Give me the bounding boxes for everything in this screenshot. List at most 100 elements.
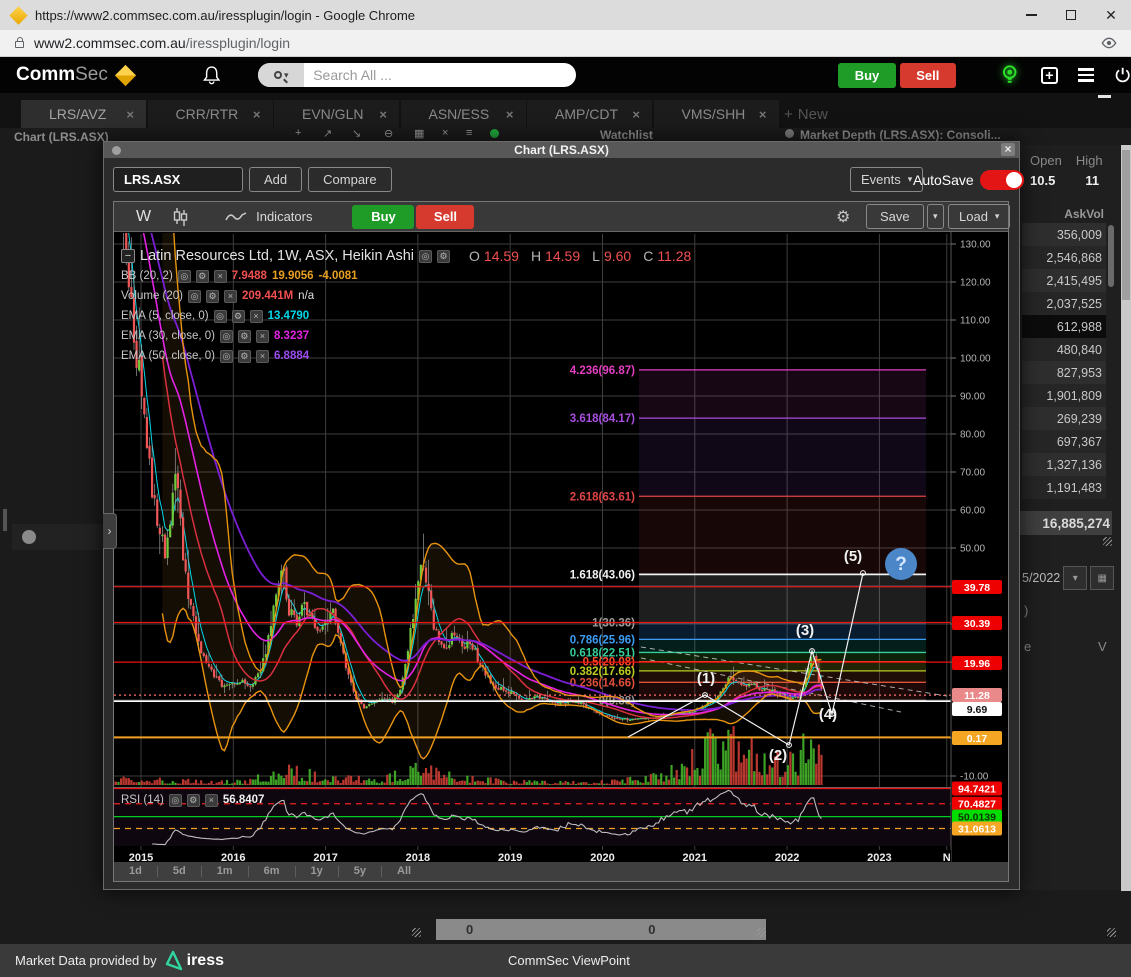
- visibility-icon[interactable]: ◎: [214, 310, 227, 323]
- close-button[interactable]: ✕: [1091, 0, 1131, 30]
- candlestick-style-icon[interactable]: [173, 207, 189, 227]
- range-button-All[interactable]: All: [382, 866, 426, 877]
- calendar-button[interactable]: ▦: [1090, 566, 1114, 590]
- browser-urlbar[interactable]: www2.commsec.com.au /iressplugin/login: [0, 30, 1131, 57]
- tab-close-icon[interactable]: ×: [632, 107, 640, 122]
- resize-grip-icon[interactable]: [412, 928, 421, 937]
- tab-close-icon[interactable]: ×: [379, 107, 387, 122]
- search-input[interactable]: [304, 67, 576, 83]
- askvol-row[interactable]: 1,327,136: [1022, 453, 1106, 476]
- range-button-1m[interactable]: 1m: [202, 866, 249, 877]
- save-dropdown-button[interactable]: ▾: [927, 204, 944, 229]
- tab-EVN/GLN[interactable]: EVN/GLN×: [274, 100, 399, 128]
- new-tab-button[interactable]: + New: [784, 100, 828, 128]
- tab-close-icon[interactable]: ×: [126, 107, 134, 122]
- askvol-row[interactable]: 480,840: [1022, 338, 1106, 361]
- timeframe-button[interactable]: W: [136, 208, 151, 226]
- load-dropdown-button[interactable]: Load▾: [948, 204, 1010, 229]
- askvol-row[interactable]: 827,953: [1022, 361, 1106, 384]
- tab-LRS/AVZ[interactable]: LRS/AVZ×: [21, 100, 146, 128]
- chart-window-titlebar[interactable]: Chart (LRS.ASX) ×: [104, 142, 1019, 158]
- chart-buy-button[interactable]: Buy: [352, 205, 414, 229]
- autosave-toggle[interactable]: [980, 170, 1024, 190]
- collapse-legend-button[interactable]: −: [121, 249, 135, 263]
- visibility-icon[interactable]: ◎: [169, 794, 182, 807]
- visibility-icon[interactable]: ◎: [188, 290, 201, 303]
- minimized-window-indicator[interactable]: [1098, 95, 1111, 98]
- range-button-6m[interactable]: 6m: [249, 866, 296, 877]
- askvol-row[interactable]: 1,191,483: [1022, 476, 1106, 499]
- askvol-row[interactable]: 612,988: [1022, 315, 1106, 338]
- collapsed-list-item[interactable]: [12, 524, 112, 550]
- visibility-icon[interactable]: ◎: [178, 270, 191, 283]
- tab-AMP/CDT[interactable]: AMP/CDT×: [527, 100, 652, 128]
- askvol-row[interactable]: 269,239: [1022, 407, 1106, 430]
- settings-icon[interactable]: ⚙: [187, 794, 200, 807]
- askvol-row[interactable]: 1,901,809: [1022, 384, 1106, 407]
- askvol-row[interactable]: 356,009: [1022, 223, 1106, 246]
- close-panel-icon[interactable]: ×: [442, 127, 448, 139]
- popout-icon[interactable]: ↗: [323, 127, 332, 140]
- remove-icon[interactable]: ×: [224, 290, 237, 303]
- askvol-row[interactable]: 2,415,495: [1022, 269, 1106, 292]
- settings-icon[interactable]: ⚙: [238, 330, 251, 343]
- range-button-5d[interactable]: 5d: [158, 866, 202, 877]
- resize-grip-icon[interactable]: [1107, 928, 1116, 937]
- visibility-icon[interactable]: ◎: [220, 350, 233, 363]
- power-icon[interactable]: [1114, 66, 1131, 84]
- symbol-input[interactable]: [113, 167, 243, 192]
- chart-window-close-button[interactable]: ×: [1001, 143, 1015, 156]
- add-button[interactable]: Add: [249, 167, 302, 192]
- remove-icon[interactable]: ×: [205, 794, 218, 807]
- resize-grip-icon[interactable]: [757, 928, 766, 937]
- search-scope-dropdown[interactable]: ▾: [258, 63, 304, 87]
- add-panel-icon[interactable]: +: [1041, 67, 1058, 84]
- range-button-5y[interactable]: 5y: [339, 866, 382, 877]
- tab-CRR/RTR[interactable]: CRR/RTR×: [148, 100, 273, 128]
- minimize-button[interactable]: [1011, 0, 1051, 30]
- settings-icon[interactable]: ⚙: [206, 290, 219, 303]
- eye-icon[interactable]: [1101, 35, 1117, 51]
- lightbulb-icon[interactable]: [1002, 64, 1017, 86]
- expand-panel-chevron[interactable]: ›: [103, 513, 117, 549]
- save-button[interactable]: Save: [866, 204, 924, 229]
- collapse-icon[interactable]: ⊖: [384, 127, 393, 140]
- date-dropdown-button[interactable]: ▾: [1063, 566, 1087, 590]
- panel-scrollbar-thumb[interactable]: [1108, 225, 1114, 287]
- settings-icon[interactable]: ⚙: [238, 350, 251, 363]
- popin-icon[interactable]: ↘: [352, 127, 361, 140]
- menu-icon[interactable]: [1078, 68, 1094, 82]
- resize-grip-icon[interactable]: [1103, 537, 1112, 546]
- range-button-1y[interactable]: 1y: [296, 866, 339, 877]
- remove-icon[interactable]: ×: [250, 310, 263, 323]
- remove-icon[interactable]: ×: [256, 350, 269, 363]
- columns-icon[interactable]: ▦: [414, 127, 424, 140]
- buy-button[interactable]: Buy: [838, 63, 896, 88]
- indicators-button[interactable]: Indicators: [256, 209, 312, 224]
- chart-sell-button[interactable]: Sell: [416, 205, 474, 229]
- tab-VMS/SHH[interactable]: VMS/SHH×: [654, 100, 779, 128]
- add-icon[interactable]: +: [295, 127, 301, 139]
- page-scrollbar[interactable]: [1121, 145, 1131, 891]
- remove-icon[interactable]: ×: [256, 330, 269, 343]
- chart-settings-gear-icon[interactable]: ⚙: [836, 207, 850, 227]
- sell-button[interactable]: Sell: [900, 63, 956, 88]
- settings-icon[interactable]: ⚙: [196, 270, 209, 283]
- panel-menu-icon[interactable]: ≡: [466, 127, 472, 139]
- tab-close-icon[interactable]: ×: [759, 107, 767, 122]
- settings-icon[interactable]: ⚙: [232, 310, 245, 323]
- remove-icon[interactable]: ×: [214, 270, 227, 283]
- range-button-1d[interactable]: 1d: [114, 866, 158, 877]
- visibility-icon[interactable]: ◎: [419, 250, 432, 263]
- notifications-bell-icon[interactable]: [203, 65, 220, 85]
- askvol-row[interactable]: 2,546,868: [1022, 246, 1106, 269]
- maximize-button[interactable]: [1051, 0, 1091, 30]
- compare-button[interactable]: Compare: [308, 167, 391, 192]
- askvol-row[interactable]: 2,037,525: [1022, 292, 1106, 315]
- tab-ASN/ESS[interactable]: ASN/ESS×: [401, 100, 526, 128]
- settings-icon[interactable]: ⚙: [437, 250, 450, 263]
- tab-close-icon[interactable]: ×: [253, 107, 261, 122]
- visibility-icon[interactable]: ◎: [220, 330, 233, 343]
- askvol-row[interactable]: 697,367: [1022, 430, 1106, 453]
- tab-close-icon[interactable]: ×: [506, 107, 514, 122]
